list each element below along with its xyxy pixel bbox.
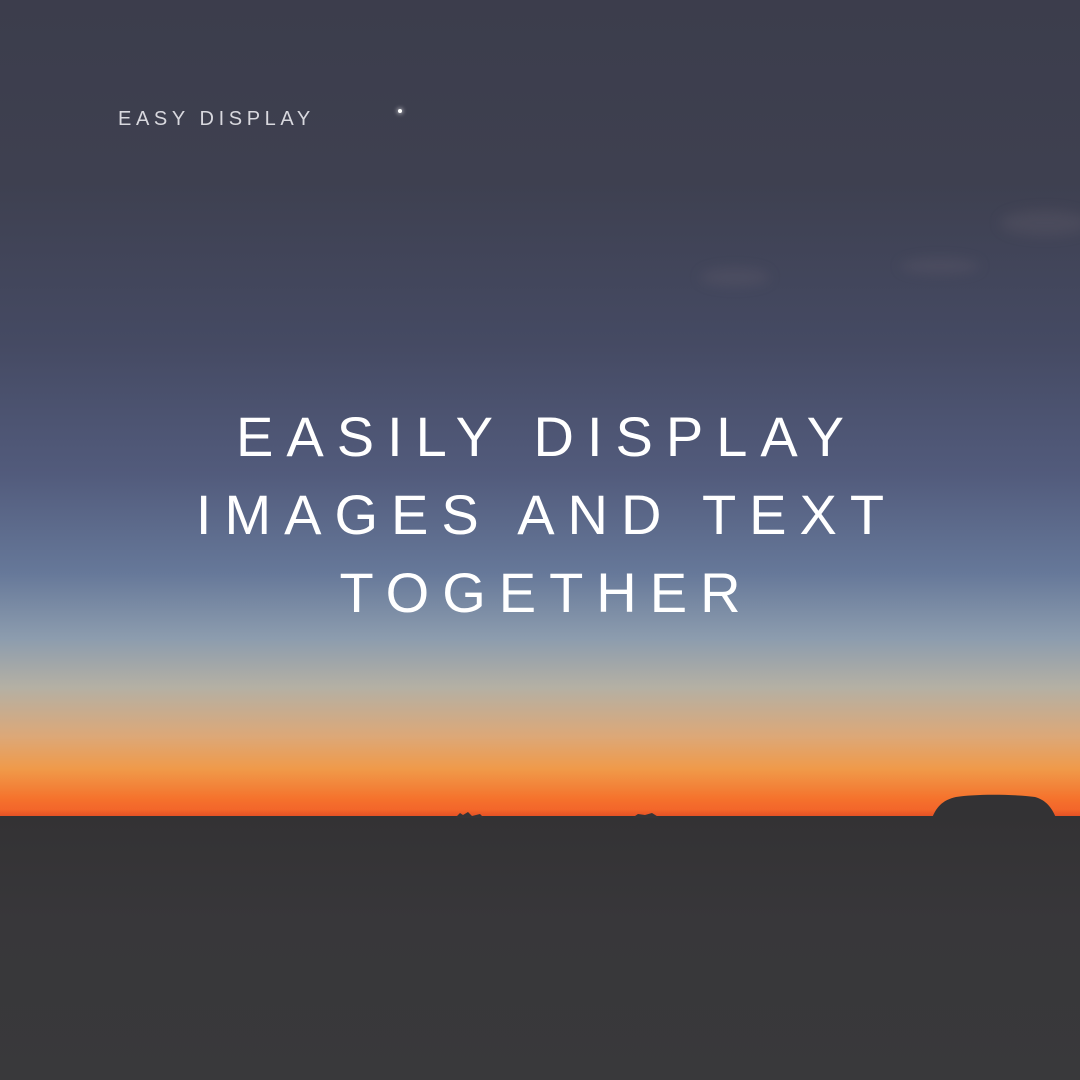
headline: EASILY DISPLAY IMAGES AND TEXT TOGETHER [0, 398, 1080, 632]
headline-line: TOGETHER [339, 561, 754, 624]
headline-line: EASILY DISPLAY [236, 405, 857, 468]
headline-line: IMAGES AND TEXT [195, 483, 898, 546]
brand-label: EASY DISPLAY [118, 108, 315, 130]
star-icon [398, 109, 402, 113]
background-photo: EASY DISPLAY EASILY DISPLAY IMAGES AND T… [0, 0, 1080, 1080]
